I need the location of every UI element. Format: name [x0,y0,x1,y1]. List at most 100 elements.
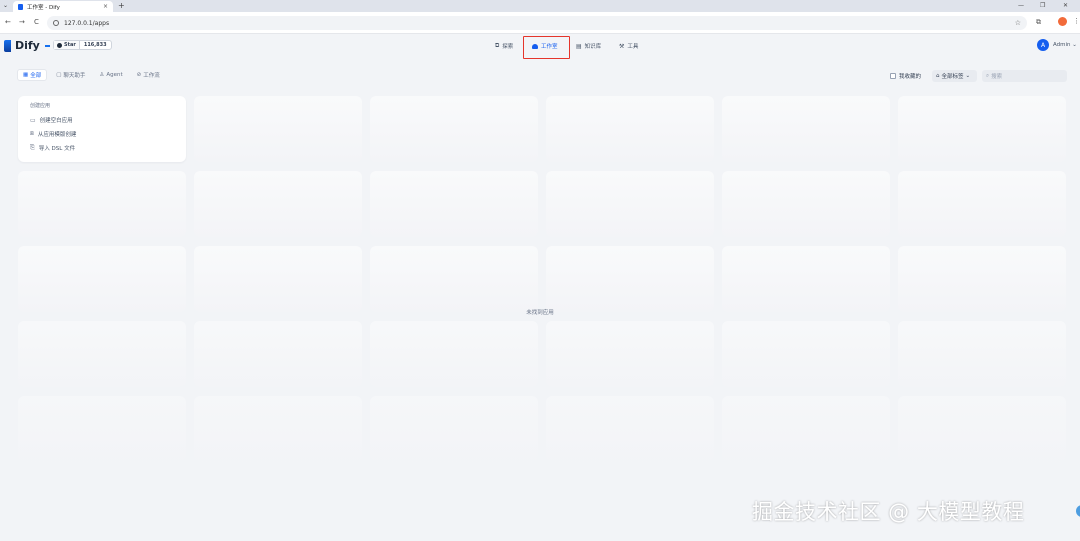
user-name: Admin [1053,42,1071,48]
filter-chat[interactable]: ▢ 聊天助手 [51,69,90,81]
nav-knowledge-label: 知识库 [584,44,602,50]
new-tab-button[interactable]: + [118,1,125,10]
tab-close-icon[interactable]: × [103,3,108,10]
create-blank-app-button[interactable]: ▭ 创建空白应用 [30,113,174,127]
app-card-skeleton [722,396,890,462]
app-card-skeleton [370,321,538,387]
create-app-card: 创建应用 ▭ 创建空白应用 ⧈ 从应用模版创建 ⎘ 导入 DSL 文件 [18,96,186,162]
search-placeholder: 搜索 [991,74,1003,80]
knowledge-book-icon: ▤ [576,42,582,50]
dify-logo-icon [4,39,11,52]
browser-profile-avatar[interactable] [1058,17,1067,26]
dify-favicon-icon [18,3,23,10]
tag-icon: ⌂ [936,73,940,79]
grid-icon: ▦ [23,72,29,78]
favorites-checkbox[interactable] [890,73,896,79]
chat-icon: ▢ [56,72,62,78]
filter-agent[interactable]: ♙ Agent [94,69,127,81]
browser-menu-icon[interactable]: ⋮ [1073,17,1080,25]
agent-icon: ♙ [99,72,105,78]
app-card-skeleton [898,96,1066,162]
app-card-skeleton [546,96,714,162]
chevron-down-icon: ⌄ [1072,42,1077,48]
bookmark-star-icon[interactable]: ☆ [1015,19,1021,27]
app-card-skeleton [370,396,538,462]
reload-icon[interactable]: C [34,18,39,26]
app-card-skeleton [18,171,186,237]
site-info-icon[interactable] [53,20,59,26]
github-star-count: 116,833 [78,41,111,49]
address-bar[interactable]: 127.0.0.1/apps ☆ [47,16,1027,30]
app-card-skeleton [898,396,1066,462]
app-card-skeleton [722,246,890,312]
favorites-label: 我收藏的 [899,74,922,80]
import-file-icon: ⎘ [30,144,35,151]
app-card-skeleton [370,246,538,312]
create-app-title: 创建应用 [30,103,51,109]
user-menu[interactable]: Admin ⌄ [1053,42,1077,48]
workflow-icon: ⊘ [136,72,142,78]
explore-icon: ⧉ [495,42,500,49]
nav-explore[interactable]: ⧉ 探索 [495,42,513,50]
watermark-text: 掘金技术社区 @ 大模型教程 [752,500,1025,524]
create-from-template-label: 从应用模版创建 [37,132,77,138]
app-card-skeleton [546,321,714,387]
annotation-highlight-box [523,36,570,59]
back-arrow-icon[interactable]: ← [5,18,11,26]
app-card-skeleton [546,246,714,312]
search-input[interactable]: ⌕ 搜索 [982,70,1067,82]
app-card-skeleton [370,171,538,237]
tools-hammer-icon: ⚒ [619,42,625,50]
filter-all[interactable]: ▦ 全部 [17,69,48,81]
restore-icon[interactable]: ❐ [1040,2,1045,9]
create-blank-app-label: 创建空白应用 [39,118,73,124]
chevron-down-icon: ⌄ [965,73,971,79]
nav-tools-label: 工具 [627,44,639,50]
app-card-skeleton [194,171,362,237]
app-card-skeleton [546,171,714,237]
browser-tabstrip: ⌄ 工作室 - Dify × + — ❐ ✕ [0,0,1080,12]
app-card-skeleton [18,246,186,312]
nav-tools[interactable]: ⚒ 工具 [619,42,639,51]
empty-state-text: 未找到应用 [526,310,554,316]
app-card-skeleton [194,246,362,312]
import-dsl-button[interactable]: ⎘ 导入 DSL 文件 [30,141,174,155]
import-dsl-label: 导入 DSL 文件 [38,146,76,152]
app-card-skeleton [370,96,538,162]
app-card-skeleton [194,321,362,387]
app-card-skeleton [722,171,890,237]
app-card-skeleton [898,171,1066,237]
logo-underscore [44,44,50,47]
github-star-label-wrap: Star [54,41,79,49]
tab-search-icon[interactable]: ⌄ [3,2,8,9]
dify-logo[interactable]: Dify [4,39,50,52]
app-card-skeleton [898,321,1066,387]
github-star-label: Star [64,42,76,48]
url-text: 127.0.0.1/apps [64,19,110,27]
minimize-icon[interactable]: — [1018,2,1024,9]
forward-arrow-icon[interactable]: → [19,18,25,26]
nav-knowledge[interactable]: ▤ 知识库 [576,42,602,51]
floating-helper-button[interactable] [1076,505,1080,517]
extensions-icon[interactable]: ⧉ [1036,18,1041,27]
app-card-skeleton [194,396,362,462]
github-star-button[interactable]: Star 116,833 [53,40,112,50]
window-close-icon[interactable]: ✕ [1063,2,1068,9]
app-card-skeleton [18,396,186,462]
browser-tab-active[interactable]: 工作室 - Dify × [13,1,113,12]
search-icon: ⌕ [986,72,990,79]
app-card-skeleton [194,96,362,162]
favorites-toggle[interactable]: 我收藏的 [890,72,921,80]
app-card-skeleton [722,321,890,387]
app-card-skeleton [18,321,186,387]
tag-filter-select[interactable]: ⌂ 全部标签 ⌄ [932,70,977,82]
filter-workflow-label: 工作流 [143,73,160,79]
app-type-filters: ▦ 全部 ▢ 聊天助手 ♙ Agent ⊘ 工作流 [17,69,165,81]
filter-all-label: 全部 [30,73,42,79]
app-card-skeleton [722,96,890,162]
app-card-skeleton [546,396,714,462]
filter-workflow[interactable]: ⊘ 工作流 [132,69,165,81]
user-avatar[interactable]: A [1037,39,1049,51]
tag-filter-label: 全部标签 [941,74,964,80]
create-from-template-button[interactable]: ⧈ 从应用模版创建 [30,127,174,141]
